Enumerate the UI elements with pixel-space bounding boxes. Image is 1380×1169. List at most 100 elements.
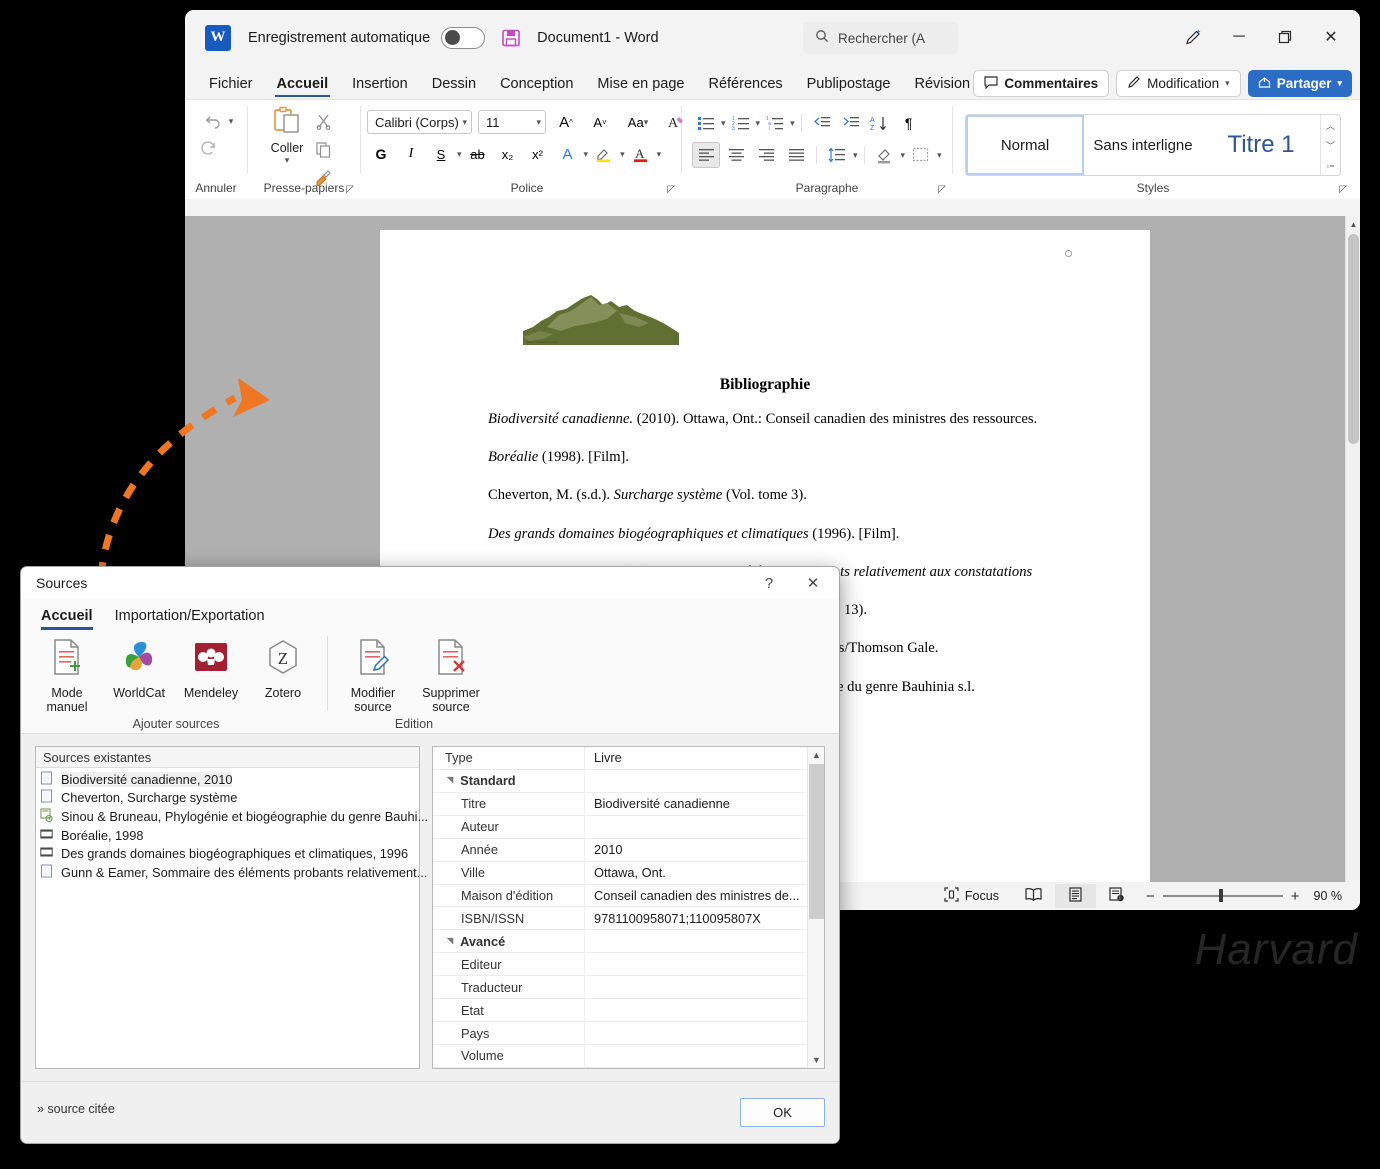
list-item[interactable]: Gunn & Eamer, Sommaire des éléments prob… [36,863,427,882]
superscript-button[interactable]: x² [524,141,552,167]
style-sans-interligne[interactable]: Sans interligne [1084,115,1202,175]
styles-scroll-down-icon[interactable]: ﹀ [1326,139,1335,152]
table-row[interactable]: Traducteur [433,976,807,1000]
table-row-group-avance[interactable]: Avancé [433,930,807,954]
tab-references[interactable]: Références [696,76,794,99]
font-size-combo[interactable]: 11 ▾ [478,110,546,134]
table-row[interactable]: Pays [433,1022,807,1045]
zoom-slider[interactable] [1162,889,1283,903]
list-item[interactable]: Boréalie, 1998 [36,826,419,845]
property-value[interactable]: Conseil canadien des ministres de... [585,885,807,907]
autosave-toggle[interactable] [441,26,486,49]
properties-scrollbar[interactable]: ▲ ▼ [807,747,824,1068]
close-button[interactable]: ✕ [1308,18,1354,56]
styles-more-icon[interactable]: ⩴ [1327,160,1335,171]
table-row[interactable]: Auteur [433,815,807,839]
style-titre-1[interactable]: Titre 1 [1202,115,1320,175]
tab-conception[interactable]: Conception [488,76,585,99]
shading-icon[interactable] [871,142,899,168]
undo-dropdown-icon[interactable]: ▾ [229,116,234,127]
table-row[interactable]: Année 2010 [433,838,807,862]
tab-insertion[interactable]: Insertion [340,76,420,99]
multilevel-dropdown-icon[interactable]: ▾ [790,118,795,129]
document-vertical-scrollbar[interactable]: ▲ ▼ [1345,216,1360,910]
decrease-font-size-icon[interactable]: A ˅ [586,109,614,135]
font-color-icon[interactable]: A [627,141,655,167]
property-value[interactable]: 2010 [585,839,807,861]
increase-indent-icon[interactable] [837,110,865,136]
share-button[interactable]: Partager ▾ [1247,70,1352,97]
tab-dessin[interactable]: Dessin [420,76,488,99]
sort-icon[interactable]: AZ [866,110,894,136]
read-mode-button[interactable] [1012,884,1055,908]
zoom-in-button[interactable]: + [1291,888,1300,905]
dialog-help-button[interactable]: ? [747,568,791,598]
save-icon[interactable] [501,28,521,48]
bullet-dropdown-icon[interactable]: ▾ [721,118,726,129]
scroll-thumb[interactable] [809,764,824,919]
multilevel-list-icon[interactable]: 1ai [761,110,789,136]
scroll-up-icon[interactable]: ▲ [808,747,825,763]
dialog-tab-accueil[interactable]: Accueil [41,608,93,630]
font-color-dropdown-icon[interactable]: ▾ [657,149,662,160]
borders-icon[interactable] [907,142,935,168]
tab-mise-en-page[interactable]: Mise en page [585,76,696,99]
scroll-down-icon[interactable]: ▼ [808,1052,825,1068]
scroll-thumb[interactable] [1348,234,1359,444]
bold-button[interactable]: G [367,141,395,167]
tab-publipostage[interactable]: Publipostage [795,76,903,99]
list-item[interactable]: Biodiversité canadienne, 2010 [36,770,419,789]
ok-button[interactable]: OK [740,1098,825,1127]
property-value[interactable] [585,999,807,1021]
restore-button[interactable] [1262,18,1308,56]
pen-sparkle-icon[interactable] [1170,18,1216,56]
property-value[interactable]: Ottawa, Ont. [585,862,807,884]
highlight-dropdown-icon[interactable]: ▾ [620,149,625,160]
table-row[interactable]: Editeur [433,953,807,977]
comments-button[interactable]: Commentaires [973,70,1110,97]
styles-scroll[interactable]: ︿ ﹀ ⩴ [1320,115,1340,175]
table-row[interactable]: Ville Ottawa, Ont. [433,861,807,885]
strikethrough-button[interactable]: ab [464,141,492,167]
table-row[interactable]: ISBN/ISSN 9781100958071;110095807X [433,907,807,931]
numbered-list-icon[interactable]: 123 [727,110,755,136]
underline-dropdown-icon[interactable]: ▾ [457,149,462,160]
subscript-button[interactable]: x₂ [494,141,522,167]
align-center-icon[interactable] [722,142,750,168]
list-item[interactable]: Cheverton, Surcharge système [36,789,419,808]
police-dialog-launcher[interactable]: ◸ [667,184,675,195]
line-spacing-dropdown-icon[interactable]: ▾ [853,150,858,161]
text-effects-dropdown-icon[interactable]: ▾ [584,149,589,160]
highlight-color-icon[interactable] [590,141,618,167]
table-row[interactable]: Etat [433,999,807,1023]
property-value[interactable] [585,953,807,975]
property-value[interactable] [585,816,807,838]
change-case-icon[interactable]: Aa ▾ [620,109,656,135]
property-value[interactable]: Livre [585,747,807,769]
bullet-list-icon[interactable] [692,110,720,136]
table-row-type[interactable]: Type Livre [433,747,807,770]
borders-dropdown-icon[interactable]: ▾ [937,150,942,161]
table-row[interactable]: Maison d'édition Conseil canadien des mi… [433,884,807,908]
copy-icon[interactable] [309,136,337,162]
redo-icon[interactable] [194,134,222,160]
numbered-dropdown-icon[interactable]: ▾ [756,118,761,129]
editing-button[interactable]: Modification ▾ [1116,70,1241,97]
undo-icon[interactable] [199,108,227,134]
dialog-tab-importation-exportation[interactable]: Importation/Exportation [115,608,265,630]
paste-dropdown-icon[interactable]: ▾ [285,155,290,166]
underline-button[interactable]: S [427,141,455,167]
property-value[interactable] [585,976,807,998]
list-item[interactable]: Des grands domaines biogéographiques et … [36,844,419,863]
web-layout-button[interactable]: i [1096,884,1138,908]
print-layout-button[interactable] [1054,884,1096,908]
styles-scroll-up-icon[interactable]: ︿ [1326,119,1335,132]
table-row[interactable]: Titre Biodiversité canadienne [433,792,807,816]
paste-button[interactable]: Coller ▾ [271,106,303,190]
tab-fichier[interactable]: Fichier [197,76,265,99]
scroll-up-icon[interactable]: ▲ [1346,216,1360,232]
focus-mode-button[interactable]: Focus [931,884,1012,908]
property-value[interactable]: Biodiversité canadienne [585,793,807,815]
shading-dropdown-icon[interactable]: ▾ [901,150,906,161]
list-item[interactable]: Sinou & Bruneau, Phylogénie et biogéogra… [36,807,428,826]
